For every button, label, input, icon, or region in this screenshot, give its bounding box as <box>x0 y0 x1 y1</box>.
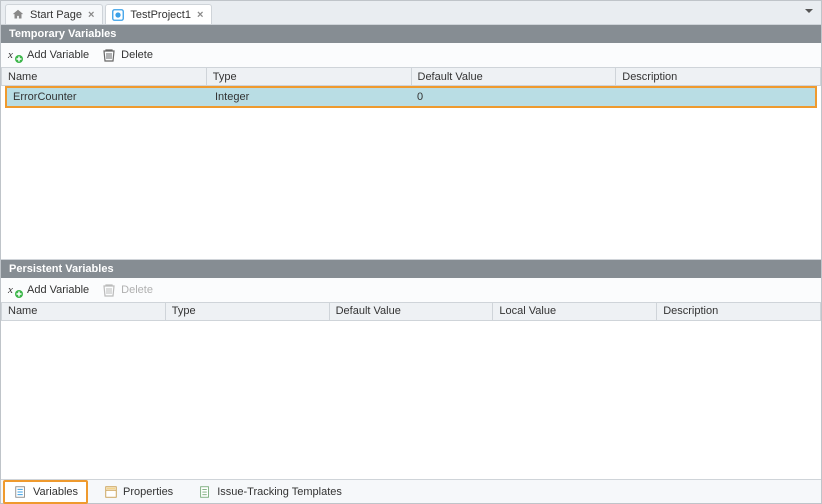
tab-issue-templates[interactable]: Issue-Tracking Templates <box>188 481 351 503</box>
add-variable-button[interactable]: x Add Variable <box>7 282 89 298</box>
temporary-variables-table: Name Type Default Value Description <box>1 67 821 86</box>
delete-variable-button[interactable]: Delete <box>101 47 153 63</box>
selected-row-highlight: ErrorCounter Integer 0 <box>5 86 817 108</box>
delete-variable-label: Delete <box>121 284 153 296</box>
table-row[interactable]: ErrorCounter Integer 0 <box>7 88 815 106</box>
tab-properties[interactable]: Properties <box>94 481 182 503</box>
add-variable-label: Add Variable <box>27 284 89 296</box>
trash-icon <box>101 282 117 298</box>
tab-start-page-label: Start Page <box>30 9 82 21</box>
col-name[interactable]: Name <box>2 302 166 320</box>
svg-text:x: x <box>7 49 13 61</box>
project-icon <box>110 7 126 23</box>
temporary-variables-header: Temporary Variables <box>1 25 821 43</box>
tab-overflow-button[interactable] <box>803 5 815 17</box>
persistent-variables-toolbar: x Add Variable Delete <box>1 278 821 302</box>
tab-properties-label: Properties <box>123 486 173 498</box>
cell-name[interactable]: ErrorCounter <box>7 88 209 106</box>
add-variable-icon: x <box>7 47 23 63</box>
cell-desc[interactable] <box>613 88 815 106</box>
col-name[interactable]: Name <box>2 68 207 86</box>
cell-default[interactable]: 0 <box>411 88 613 106</box>
add-variable-label: Add Variable <box>27 49 89 61</box>
col-desc[interactable]: Description <box>616 68 821 86</box>
bottom-tab-strip: Variables Properties Issue-Tracking Temp… <box>1 479 821 503</box>
col-local[interactable]: Local Value <box>493 302 657 320</box>
tab-issue-templates-label: Issue-Tracking Templates <box>217 486 342 498</box>
svg-text:x: x <box>7 284 13 296</box>
col-type[interactable]: Type <box>165 302 329 320</box>
tab-variables-label: Variables <box>33 486 78 498</box>
close-icon[interactable]: × <box>86 9 96 21</box>
persistent-variables-table: Name Type Default Value Local Value Desc… <box>1 302 821 321</box>
col-default[interactable]: Default Value <box>411 68 616 86</box>
tab-start-page[interactable]: Start Page × <box>5 4 103 24</box>
tab-variables[interactable]: Variables <box>3 480 88 504</box>
delete-variable-button: Delete <box>101 282 153 298</box>
delete-variable-label: Delete <box>121 49 153 61</box>
cell-type[interactable]: Integer <box>209 88 411 106</box>
persistent-variables-header: Persistent Variables <box>1 260 821 278</box>
add-variable-icon: x <box>7 282 23 298</box>
col-type[interactable]: Type <box>206 68 411 86</box>
trash-icon <box>101 47 117 63</box>
issue-templates-icon <box>197 484 213 500</box>
temporary-variables-toolbar: x Add Variable Delete <box>1 43 821 67</box>
col-default[interactable]: Default Value <box>329 302 493 320</box>
add-variable-button[interactable]: x Add Variable <box>7 47 89 63</box>
col-desc[interactable]: Description <box>657 302 821 320</box>
home-icon <box>10 7 26 23</box>
close-icon[interactable]: × <box>195 9 205 21</box>
editor-tab-strip: Start Page × TestProject1 × <box>1 1 821 25</box>
variables-icon <box>13 484 29 500</box>
properties-icon <box>103 484 119 500</box>
tab-project-label: TestProject1 <box>130 9 191 21</box>
tab-project[interactable]: TestProject1 × <box>105 4 212 24</box>
